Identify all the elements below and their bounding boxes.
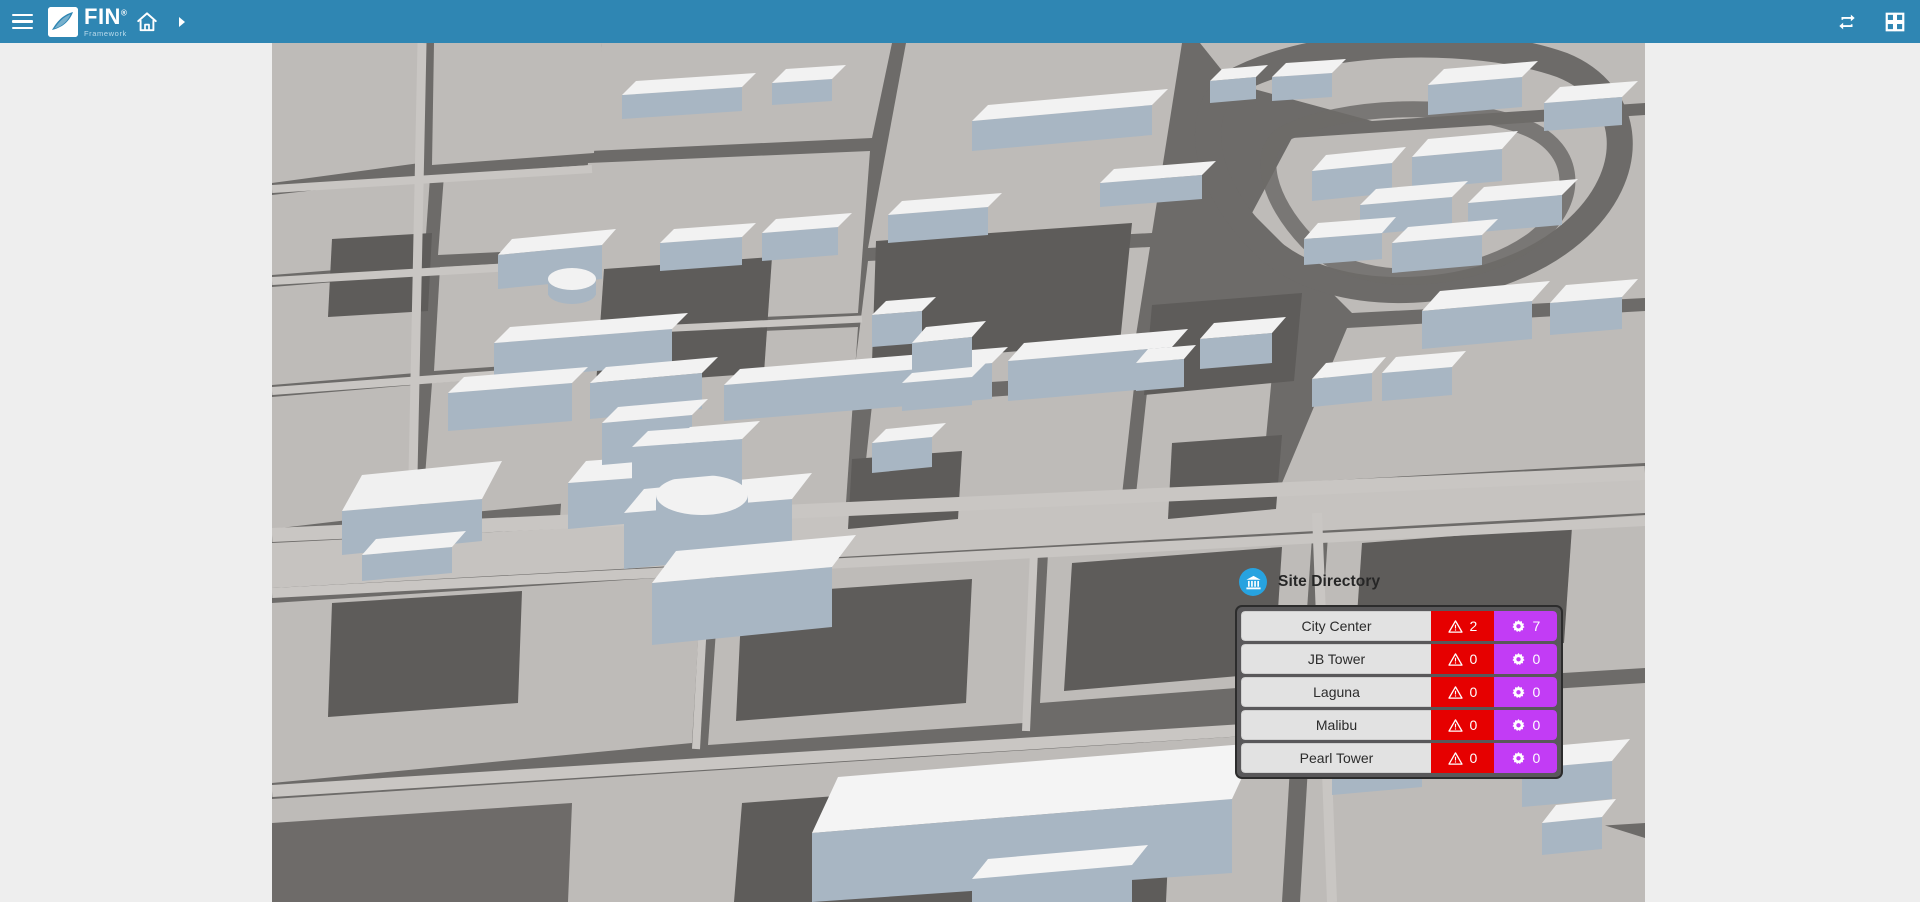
menu-icon-line — [11, 13, 33, 17]
home-icon — [137, 11, 158, 31]
point-count-value: 0 — [1532, 750, 1541, 766]
app-logo[interactable]: FIN® Framework — [48, 0, 127, 43]
logo-subtitle: Framework — [84, 28, 127, 38]
alarm-count-value: 0 — [1469, 684, 1478, 700]
alarm-count-value: 0 — [1469, 651, 1478, 667]
alarm-count-value: 0 — [1469, 750, 1478, 766]
grid-apps-icon — [1885, 12, 1905, 31]
gear-icon — [1511, 652, 1525, 665]
site-alarm-count[interactable]: 0 — [1431, 644, 1494, 674]
top-header-bar: FIN® Framework — [0, 0, 1920, 43]
sync-button[interactable] — [1832, 7, 1862, 37]
site-row[interactable]: Malibu 0 0 — [1241, 710, 1557, 740]
warning-triangle-icon — [1447, 619, 1463, 633]
site-row[interactable]: Laguna 0 0 — [1241, 677, 1557, 707]
site-directory-panel: Site Directory City Center 2 7 JB Tower … — [1235, 568, 1565, 779]
point-count-value: 0 — [1532, 684, 1541, 700]
site-alarm-count[interactable]: 0 — [1431, 710, 1494, 740]
warning-triangle-icon — [1447, 685, 1463, 699]
point-count-value: 0 — [1532, 717, 1541, 733]
site-alarm-count[interactable]: 0 — [1431, 743, 1494, 773]
site-name-button[interactable]: Laguna — [1241, 677, 1431, 707]
site-row[interactable]: Pearl Tower 0 0 — [1241, 743, 1557, 773]
site-row[interactable]: City Center 2 7 — [1241, 611, 1557, 641]
sync-arrows-icon — [1839, 14, 1855, 29]
gear-icon — [1511, 685, 1525, 698]
site-name-button[interactable]: City Center — [1241, 611, 1431, 641]
site-point-count[interactable]: 7 — [1494, 611, 1557, 641]
alarm-count-value: 0 — [1469, 717, 1478, 733]
logo-brand-text: FIN — [84, 3, 121, 29]
logo-wordmark: FIN® Framework — [84, 3, 127, 38]
site-alarm-count[interactable]: 0 — [1431, 677, 1494, 707]
warning-triangle-icon — [1447, 718, 1463, 732]
content-stage: Site Directory City Center 2 7 JB Tower … — [0, 43, 1920, 902]
menu-icon[interactable] — [0, 0, 44, 43]
apps-grid-button[interactable] — [1880, 7, 1910, 37]
home-button[interactable] — [127, 0, 167, 43]
gear-icon — [1511, 619, 1525, 632]
site-directory-title: Site Directory — [1278, 573, 1381, 590]
menu-icon-line — [11, 20, 33, 23]
site-point-count[interactable]: 0 — [1494, 677, 1557, 707]
breadcrumb-next-button[interactable] — [167, 0, 197, 43]
site-point-count[interactable]: 0 — [1494, 644, 1557, 674]
bank-icon — [1239, 568, 1267, 596]
header-left-group: FIN® Framework — [0, 0, 197, 43]
site-name-button[interactable]: Pearl Tower — [1241, 743, 1431, 773]
menu-icon-line — [11, 26, 33, 30]
point-count-value: 0 — [1532, 651, 1541, 667]
site-name-button[interactable]: JB Tower — [1241, 644, 1431, 674]
site-name-button[interactable]: Malibu — [1241, 710, 1431, 740]
site-point-count[interactable]: 0 — [1494, 710, 1557, 740]
warning-triangle-icon — [1447, 751, 1463, 765]
gear-icon — [1511, 718, 1525, 731]
chevron-right-icon — [179, 16, 186, 27]
site-alarm-count[interactable]: 2 — [1431, 611, 1494, 641]
alarm-count-value: 2 — [1469, 618, 1478, 634]
gear-icon — [1511, 751, 1525, 764]
header-right-group — [1832, 0, 1910, 43]
site-directory-list: City Center 2 7 JB Tower 0 0 Laguna 0 0 … — [1235, 605, 1563, 779]
site-directory-header: Site Directory — [1235, 568, 1565, 596]
point-count-value: 7 — [1532, 618, 1541, 634]
site-point-count[interactable]: 0 — [1494, 743, 1557, 773]
fin-logo-mark-icon — [48, 6, 78, 37]
warning-triangle-icon — [1447, 652, 1463, 666]
site-row[interactable]: JB Tower 0 0 — [1241, 644, 1557, 674]
